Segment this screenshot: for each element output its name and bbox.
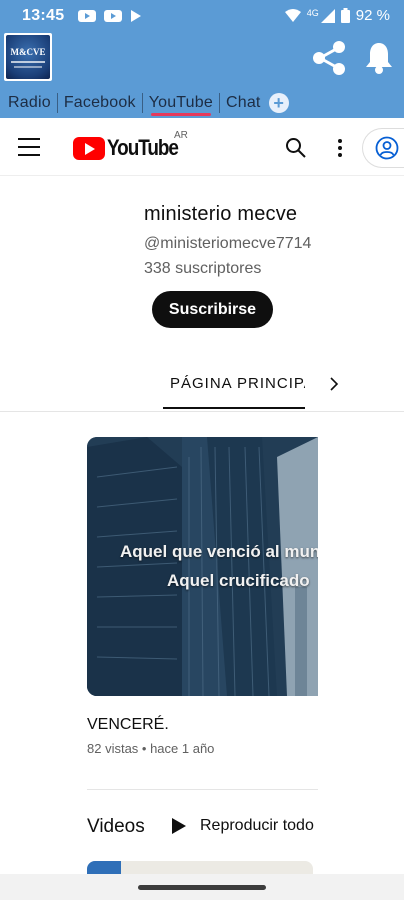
play-all-button[interactable]: Reproducir todo xyxy=(172,814,314,838)
app-header: M&CVE Radio Facebook YouTube Chat + xyxy=(0,31,404,118)
tab-separator xyxy=(141,93,143,113)
share-button[interactable] xyxy=(308,38,350,78)
youtube-logo[interactable]: YouTube xyxy=(73,135,189,161)
battery-level: 92 % xyxy=(355,7,390,24)
tab-radio[interactable]: Radio xyxy=(6,88,53,118)
featured-video-thumbnail[interactable]: Aquel que venció al mundo Aquel crucific… xyxy=(87,437,318,696)
thumbnail-overlay-text: Aquel que venció al mundo Aquel crucific… xyxy=(87,537,318,595)
app-logo: M&CVE xyxy=(4,33,52,81)
tab-label: YouTube xyxy=(148,94,213,111)
channel-name: ministerio mecve xyxy=(144,203,298,225)
youtube-play-icon xyxy=(73,136,105,160)
gesture-handle[interactable] xyxy=(138,885,266,890)
network-type: 4G xyxy=(306,7,319,18)
bell-icon xyxy=(366,43,392,74)
chevron-right-icon[interactable] xyxy=(322,373,346,395)
notifications-button[interactable] xyxy=(360,38,398,78)
search-button[interactable] xyxy=(284,136,308,160)
videos-section-title: Videos xyxy=(87,816,145,837)
tab-label: Chat xyxy=(225,94,261,111)
region-code: AR xyxy=(174,130,188,141)
share-icon xyxy=(313,41,345,75)
add-tab-button[interactable]: + xyxy=(268,93,289,113)
system-navigation-bar xyxy=(0,874,404,900)
subscriber-count: 338 suscriptores xyxy=(144,260,262,277)
logo-text: M&CVE xyxy=(10,46,46,57)
tab-chat[interactable]: Chat xyxy=(224,88,263,118)
battery-icon xyxy=(340,8,350,23)
channel-tabs: PÁGINA PRINCIPAL xyxy=(0,356,404,412)
featured-video-title[interactable]: VENCERÉ. xyxy=(87,716,169,734)
overlay-line-1: Aquel que venció al mundo xyxy=(120,542,318,561)
channel-handle: @ministeriomecve7714 xyxy=(144,235,312,252)
tab-label: Radio xyxy=(8,94,51,111)
youtube-topbar: YouTube AR xyxy=(0,118,404,176)
search-icon xyxy=(286,138,306,158)
tab-separator xyxy=(218,93,220,113)
tab-separator xyxy=(56,93,58,113)
tab-youtube[interactable]: YouTube xyxy=(147,88,215,118)
play-icon xyxy=(172,818,186,834)
subscribe-button[interactable]: Suscribirse xyxy=(152,291,273,328)
account-button[interactable] xyxy=(362,128,404,168)
section-divider xyxy=(87,789,318,790)
app-tabbar: Radio Facebook YouTube Chat + xyxy=(0,88,404,118)
active-tab-indicator xyxy=(163,407,305,409)
play-all-label: Reproducir todo xyxy=(200,817,314,834)
plus-icon: + xyxy=(273,93,284,113)
youtube-wordmark: YouTube xyxy=(107,135,179,160)
tab-facebook[interactable]: Facebook xyxy=(62,88,138,118)
youtube-notification-icon xyxy=(104,9,123,23)
tab-home[interactable]: PÁGINA PRINCIPAL xyxy=(163,356,305,410)
more-options-icon[interactable] xyxy=(330,136,350,160)
wifi-icon xyxy=(284,8,301,23)
status-time: 13:45 xyxy=(22,6,65,24)
tab-label: Facebook xyxy=(63,94,136,111)
featured-video-meta: 82 vistas • hace 1 año xyxy=(87,741,215,756)
status-bar: 13:45 4G 92 % xyxy=(0,0,404,31)
signal-icon xyxy=(320,8,335,23)
hamburger-menu-icon[interactable] xyxy=(18,138,40,156)
overlay-line-2: Aquel crucificado xyxy=(167,571,310,590)
account-circle-icon xyxy=(375,136,399,160)
play-notification-icon xyxy=(130,9,142,23)
youtube-notification-icon xyxy=(78,9,97,23)
